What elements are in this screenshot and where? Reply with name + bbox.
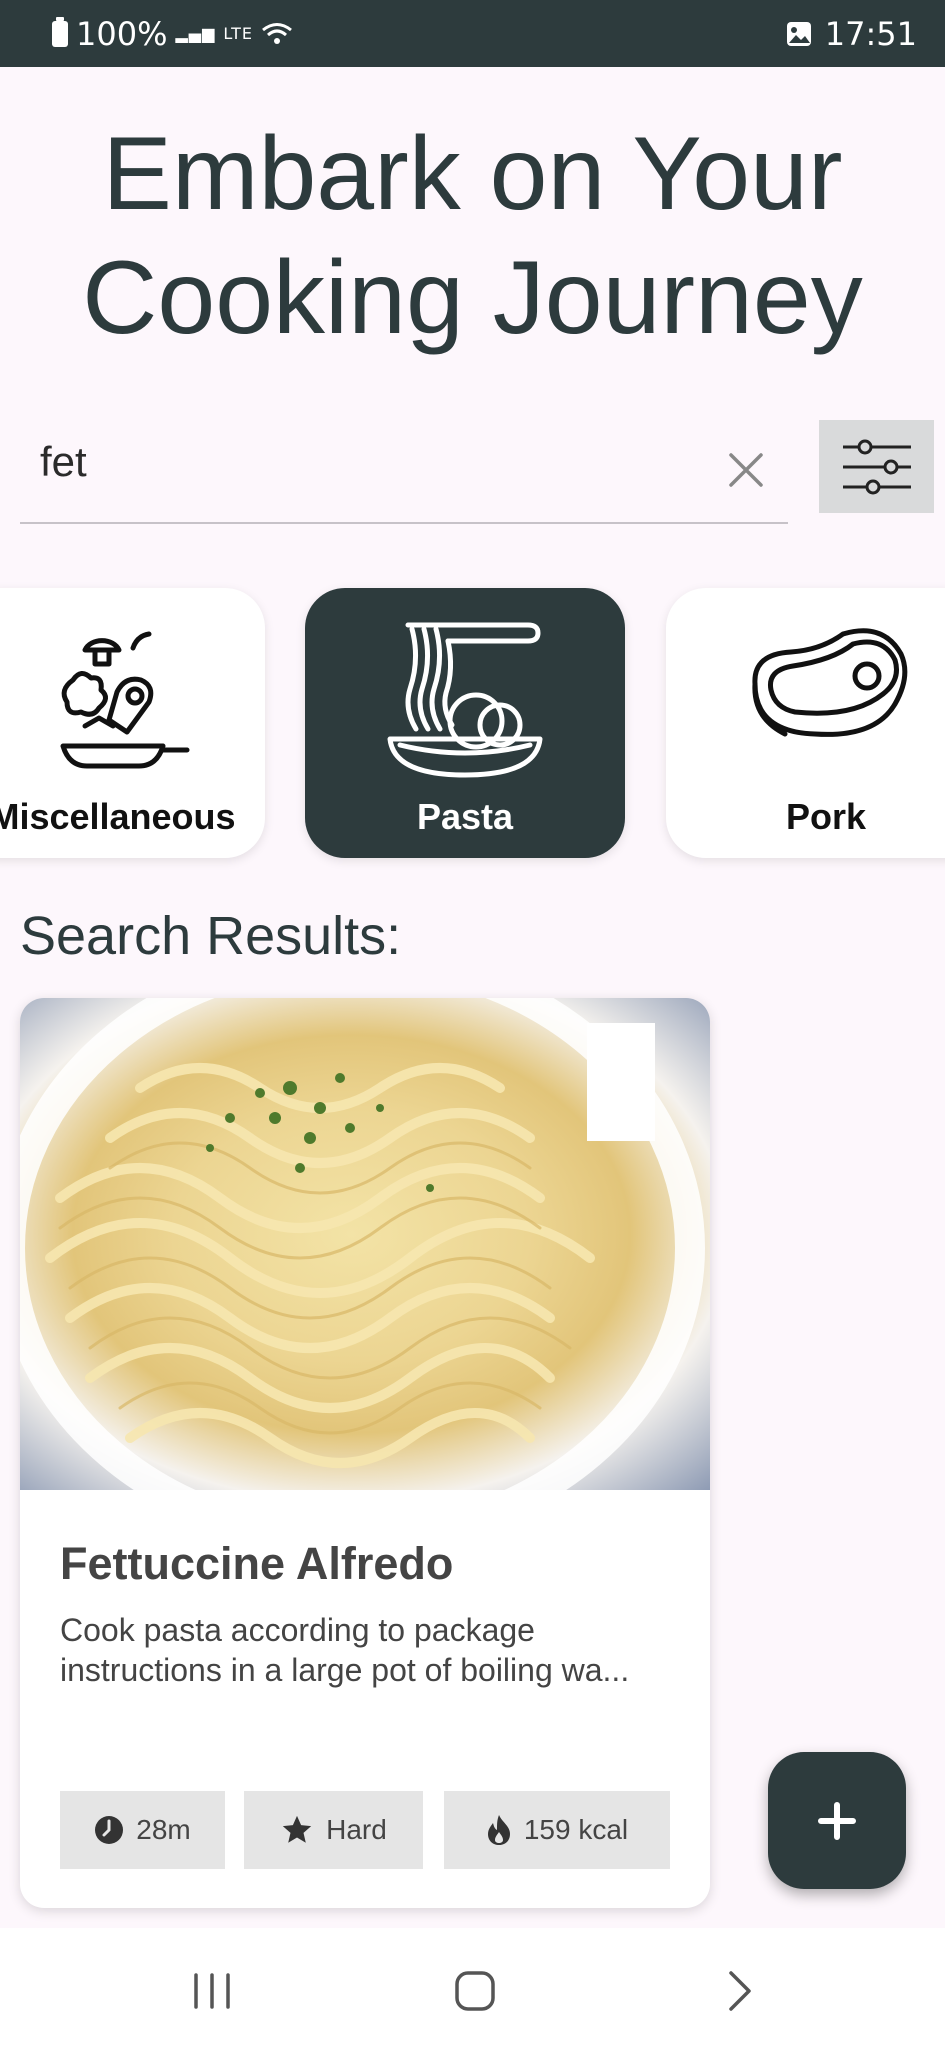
home-icon [455, 1970, 495, 2011]
time-value: 28m [136, 1814, 191, 1845]
signal-icon: ▂▄▆ [175, 23, 216, 43]
pasta-bowl-icon [305, 608, 625, 788]
recipe-description: Cook pasta according to package instruct… [60, 1612, 630, 1688]
star-icon [282, 1815, 312, 1843]
page-title: Embark on Your Cooking Journey [0, 112, 945, 360]
home-button[interactable] [435, 1963, 515, 2018]
recent-apps-icon [194, 1972, 230, 2009]
system-navigation-bar [0, 1928, 945, 2048]
title-line-2: Cooking Journey [82, 240, 863, 356]
category-label: Pasta [416, 796, 514, 837]
category-label: Miscellaneous [0, 796, 236, 837]
status-bar: 100% ▂▄▆ LTE 17:51 [0, 0, 945, 67]
add-recipe-button[interactable] [768, 1752, 906, 1889]
lte-label: LTE [223, 23, 253, 43]
back-button[interactable] [700, 1963, 780, 2018]
filter-sliders-icon [842, 439, 911, 494]
status-right: 17:51 [785, 0, 917, 67]
cooking-pan-icon [0, 608, 265, 788]
gallery-icon [786, 21, 811, 46]
wifi-icon [262, 22, 292, 44]
plus-icon [818, 1801, 856, 1840]
category-pork[interactable]: Pork [666, 588, 945, 858]
filter-button[interactable] [819, 420, 934, 513]
clock-icon [95, 1816, 124, 1844]
battery-icon [52, 16, 68, 47]
category-pasta[interactable]: Pasta [305, 588, 625, 858]
recipe-image [20, 998, 710, 1490]
meat-steak-icon [666, 608, 945, 788]
calories-chip: 159 kcal [444, 1791, 670, 1869]
battery-level: 100% [76, 14, 168, 53]
status-left: 100% ▂▄▆ LTE [52, 0, 293, 67]
clock: 17:51 [824, 14, 917, 53]
chevron-right-icon [729, 1970, 751, 2011]
category-label: Pork [785, 796, 867, 837]
difficulty-value: Hard [326, 1814, 387, 1845]
clear-search-icon[interactable] [716, 440, 776, 500]
bookmark-button[interactable] [587, 1023, 655, 1141]
difficulty-chip: Hard [244, 1791, 423, 1869]
recipe-card[interactable]: Fettuccine Alfredo Cook pasta according … [20, 998, 710, 1908]
flame-icon [487, 1815, 510, 1845]
recent-apps-button[interactable] [172, 1963, 252, 2018]
title-line-1: Embark on Your [102, 116, 843, 232]
recipe-title: Fettuccine Alfredo [60, 1538, 454, 1589]
search-input-value: fet [40, 438, 87, 485]
search-input[interactable]: fet [20, 420, 788, 524]
results-heading: Search Results: [20, 906, 402, 966]
calories-value: 159 kcal [523, 1814, 629, 1845]
time-chip: 28m [60, 1791, 225, 1869]
category-miscellaneous[interactable]: Miscellaneous [0, 588, 265, 858]
